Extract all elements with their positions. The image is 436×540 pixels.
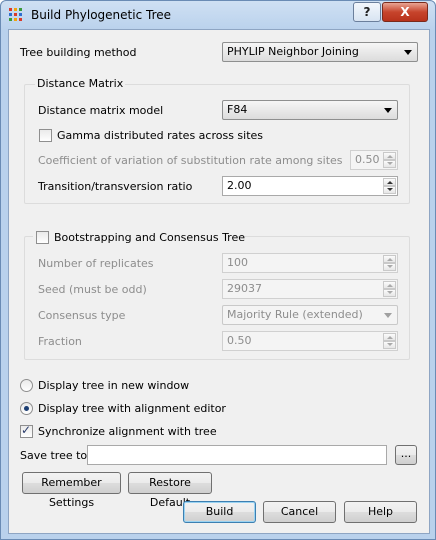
sync-checkbox[interactable] bbox=[20, 423, 33, 438]
distance-model-select[interactable]: F84 bbox=[222, 100, 398, 120]
spin-up-icon[interactable] bbox=[383, 178, 396, 186]
spin-down-icon[interactable] bbox=[383, 186, 396, 194]
bootstrap-legend-wrap: Bootstrapping and Consensus Tree bbox=[33, 229, 245, 245]
gamma-label: Gamma distributed rates across sites bbox=[57, 129, 264, 142]
tree-method-select[interactable]: PHYLIP Neighbor Joining bbox=[222, 42, 418, 62]
build-button[interactable]: Build bbox=[183, 501, 256, 523]
display-with-alignment-radio[interactable] bbox=[20, 402, 33, 415]
consensus-value: Majority Rule (extended) bbox=[227, 308, 363, 321]
close-button[interactable]: X bbox=[382, 2, 428, 22]
tree-method-value: PHYLIP Neighbor Joining bbox=[227, 45, 359, 58]
cancel-button[interactable]: Cancel bbox=[263, 501, 336, 523]
distance-matrix-legend: Distance Matrix bbox=[35, 77, 126, 90]
ratio-label: Transition/transversion ratio bbox=[38, 180, 193, 193]
browse-button[interactable]: ... bbox=[395, 445, 417, 465]
title-bar[interactable]: Build Phylogenetic Tree ? X bbox=[1, 1, 435, 29]
replicates-label: Number of replicates bbox=[38, 257, 154, 270]
help-title-button[interactable]: ? bbox=[353, 2, 381, 22]
save-tree-label: Save tree to bbox=[20, 449, 88, 462]
coef-variation-value: 0.50 bbox=[355, 153, 380, 166]
replicates-value: 100 bbox=[227, 256, 248, 269]
fraction-value: 0.50 bbox=[227, 334, 252, 347]
restore-default-button[interactable]: Restore Default bbox=[128, 472, 212, 509]
chevron-down-icon bbox=[404, 50, 412, 55]
app-icon bbox=[9, 8, 22, 21]
chevron-down-icon bbox=[384, 108, 392, 113]
distance-model-label: Distance matrix model bbox=[38, 104, 164, 117]
distance-model-value: F84 bbox=[227, 103, 248, 116]
consensus-label: Consensus type bbox=[38, 309, 126, 322]
dialog-window: Build Phylogenetic Tree ? X Tree buildin… bbox=[0, 0, 436, 540]
bootstrap-label: Bootstrapping and Consensus Tree bbox=[54, 231, 245, 244]
display-with-alignment-label: Display tree with alignment editor bbox=[38, 402, 226, 415]
spin-up-icon[interactable] bbox=[383, 152, 396, 160]
chevron-down-icon bbox=[384, 313, 392, 318]
bootstrap-checkbox[interactable] bbox=[36, 231, 49, 244]
display-new-window-radio[interactable] bbox=[20, 379, 33, 392]
seed-value: 29037 bbox=[227, 282, 262, 295]
gamma-checkbox[interactable] bbox=[39, 129, 52, 142]
coef-variation-label: Coefficient of variation of substitution… bbox=[38, 154, 343, 167]
consensus-select[interactable]: Majority Rule (extended) bbox=[222, 305, 398, 325]
spin-down-icon[interactable] bbox=[383, 263, 396, 271]
spin-up-icon[interactable] bbox=[383, 281, 396, 289]
seed-label: Seed (must be odd) bbox=[38, 283, 147, 296]
replicates-spinbox[interactable]: 100 bbox=[222, 253, 398, 273]
fraction-label: Fraction bbox=[38, 335, 82, 348]
save-tree-input[interactable] bbox=[87, 445, 387, 465]
window-title: Build Phylogenetic Tree bbox=[31, 8, 171, 22]
fraction-spinbox[interactable]: 0.50 bbox=[222, 331, 398, 351]
dialog-body: Tree building method PHYLIP Neighbor Joi… bbox=[8, 29, 430, 534]
display-new-window-label: Display tree in new window bbox=[38, 379, 190, 392]
spin-down-icon[interactable] bbox=[383, 160, 396, 168]
help-button[interactable]: Help bbox=[344, 501, 417, 523]
remember-settings-button[interactable]: Remember Settings bbox=[22, 472, 121, 509]
spin-up-icon[interactable] bbox=[383, 255, 396, 263]
sync-label: Synchronize alignment with tree bbox=[38, 425, 217, 438]
coef-variation-spinbox[interactable]: 0.50 bbox=[350, 150, 398, 170]
spin-down-icon[interactable] bbox=[383, 289, 396, 297]
ratio-value: 2.00 bbox=[227, 179, 252, 192]
ratio-spinbox[interactable]: 2.00 bbox=[222, 176, 398, 196]
spin-down-icon[interactable] bbox=[383, 341, 396, 349]
spin-up-icon[interactable] bbox=[383, 333, 396, 341]
seed-spinbox[interactable]: 29037 bbox=[222, 279, 398, 299]
tree-method-label: Tree building method bbox=[20, 46, 137, 59]
